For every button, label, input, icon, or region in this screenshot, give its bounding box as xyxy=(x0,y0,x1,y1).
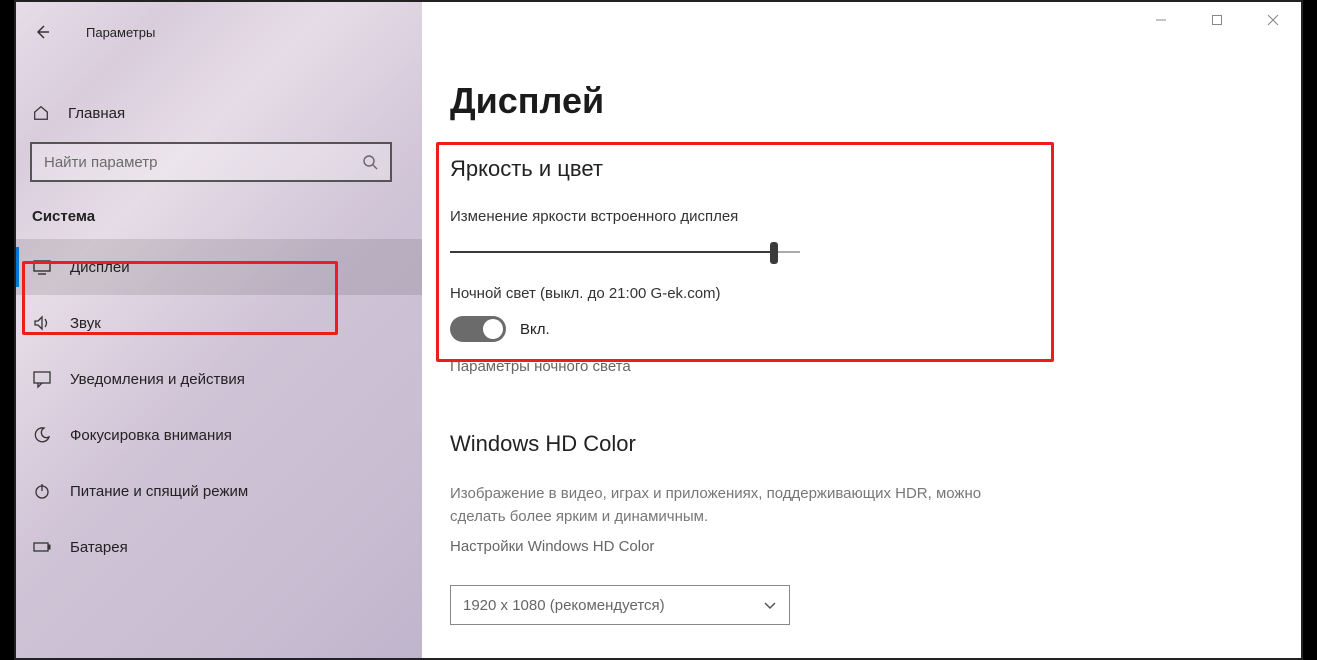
resolution-dropdown-value: 1920 x 1080 (рекомендуется) xyxy=(463,597,665,614)
sidebar-item-label: Звук xyxy=(70,315,101,332)
slider-track-fill xyxy=(450,251,774,253)
back-arrow-icon[interactable] xyxy=(34,24,50,40)
home-icon xyxy=(32,104,50,122)
sidebar-group-label: Система xyxy=(16,182,422,239)
brightness-slider[interactable] xyxy=(450,239,800,265)
sidebar-item-display[interactable]: Дисплей xyxy=(16,239,422,295)
sidebar-item-label: Питание и спящий режим xyxy=(70,483,248,500)
night-light-label: Ночной свет (выкл. до 21:00 G-ek.com) xyxy=(450,285,1273,302)
night-light-settings-link[interactable]: Параметры ночного света xyxy=(450,358,1273,375)
resolution-dropdown[interactable]: 1920 x 1080 (рекомендуется) xyxy=(450,585,790,625)
brightness-section-title: Яркость и цвет xyxy=(450,156,1273,182)
sidebar: Параметры Главная Система Дисплей xyxy=(16,2,422,658)
search-box[interactable] xyxy=(30,142,392,182)
maximize-button[interactable] xyxy=(1189,2,1245,38)
settings-window: Параметры Главная Система Дисплей xyxy=(14,0,1303,660)
sidebar-item-sound[interactable]: Звук xyxy=(16,295,422,351)
monitor-icon xyxy=(32,257,52,277)
sidebar-item-label: Дисплей xyxy=(70,259,130,276)
search-input[interactable] xyxy=(44,154,362,171)
sidebar-item-notifications[interactable]: Уведомления и действия xyxy=(16,351,422,407)
speaker-icon xyxy=(32,313,52,333)
header-row: Параметры xyxy=(16,12,422,52)
content-pane: Дисплей Яркость и цвет Изменение яркости… xyxy=(422,2,1301,658)
hd-color-section-title: Windows HD Color xyxy=(450,431,1273,457)
power-icon xyxy=(32,481,52,501)
minimize-button[interactable] xyxy=(1133,2,1189,38)
page-title: Дисплей xyxy=(450,80,1273,122)
toggle-knob xyxy=(483,319,503,339)
night-light-toggle[interactable] xyxy=(450,316,506,342)
night-light-toggle-row: Вкл. xyxy=(450,316,1273,342)
moon-icon xyxy=(32,425,52,445)
close-button[interactable] xyxy=(1245,2,1301,38)
battery-icon xyxy=(32,537,52,557)
window-controls xyxy=(1133,2,1301,38)
toggle-state-label: Вкл. xyxy=(520,321,550,338)
sidebar-item-label: Фокусировка внимания xyxy=(70,427,232,444)
sidebar-item-power[interactable]: Питание и спящий режим xyxy=(16,463,422,519)
brightness-slider-label: Изменение яркости встроенного дисплея xyxy=(450,208,1273,225)
sidebar-home-label: Главная xyxy=(68,105,125,122)
hd-color-description: Изображение в видео, играх и приложениях… xyxy=(450,483,990,528)
chat-icon xyxy=(32,369,52,389)
sidebar-item-battery[interactable]: Батарея xyxy=(16,519,422,575)
sidebar-item-focus[interactable]: Фокусировка внимания xyxy=(16,407,422,463)
sidebar-item-label: Батарея xyxy=(70,539,128,556)
search-icon xyxy=(362,154,378,170)
app-title: Параметры xyxy=(86,25,155,40)
maximize-icon xyxy=(1211,14,1223,26)
hd-color-settings-link[interactable]: Настройки Windows HD Color xyxy=(450,538,1273,555)
close-icon xyxy=(1267,14,1279,26)
sidebar-home[interactable]: Главная xyxy=(16,90,422,136)
minimize-icon xyxy=(1155,14,1167,26)
slider-thumb[interactable] xyxy=(770,242,778,264)
sidebar-item-label: Уведомления и действия xyxy=(70,371,245,388)
chevron-down-icon xyxy=(763,598,777,612)
